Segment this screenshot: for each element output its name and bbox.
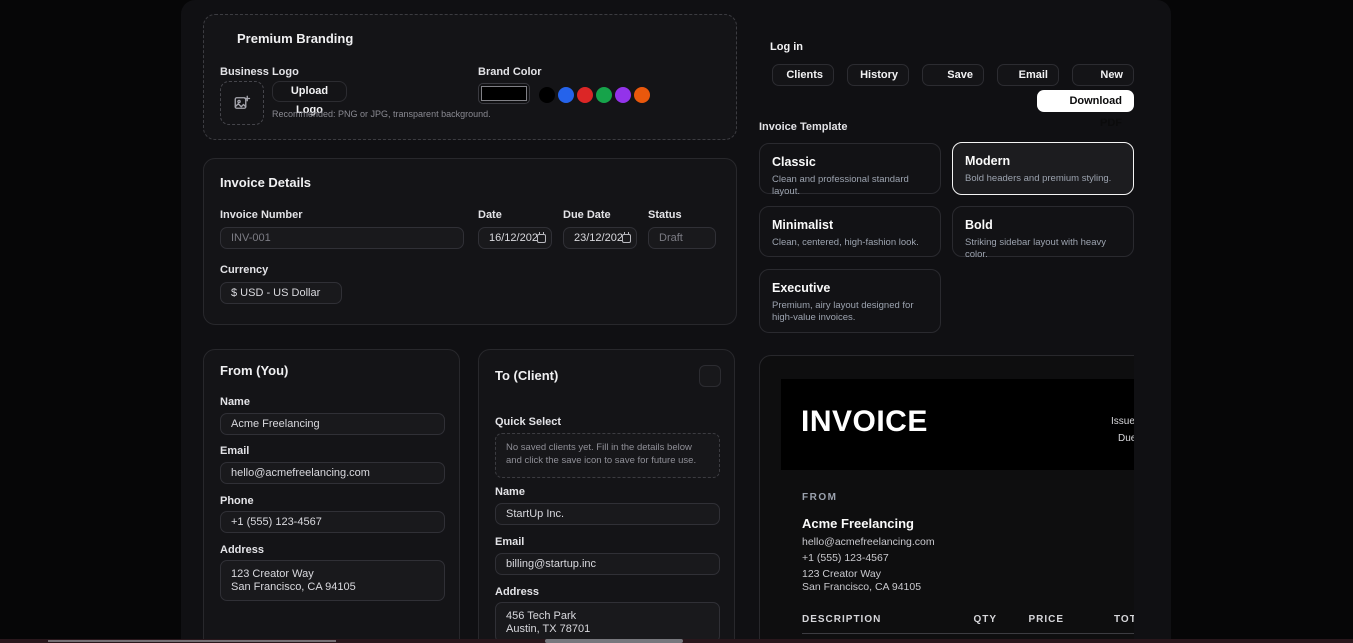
from-card: From (You) Name Acme Freelancing Email h… (203, 349, 460, 643)
invoice-number-label: Invoice Number (220, 209, 303, 221)
login-button[interactable]: Log in (770, 41, 803, 53)
preview-due-label: Due: (1118, 433, 1134, 444)
calendar-icon[interactable] (537, 234, 546, 243)
invoice-app-panel: Premium Branding Business Logo Upload Lo… (181, 0, 1171, 643)
clients-button[interactable]: Clients (772, 64, 834, 86)
image-plus-icon (233, 94, 251, 112)
template-option-bold[interactable]: Bold Striking sidebar layout with heavy … (952, 206, 1134, 257)
history-button[interactable]: History (847, 64, 909, 86)
invoice-preview-card: INVOICE Issued: Due: FROM Acme Freelanci… (759, 355, 1134, 643)
email-button[interactable]: Email (997, 64, 1059, 86)
to-email-input[interactable]: billing@startup.inc (495, 553, 720, 575)
currency-select[interactable]: $ USD - US Dollar (220, 282, 342, 304)
template-option-classic[interactable]: Classic Clean and professional standard … (759, 143, 941, 194)
due-date-input[interactable]: 23/12/202 (563, 227, 637, 249)
template-name: Classic (772, 155, 928, 169)
to-address-textarea[interactable]: 456 Tech Park Austin, TX 78701 (495, 602, 720, 643)
invoice-preview-clip: INVOICE Issued: Due: FROM Acme Freelanci… (759, 355, 1134, 643)
template-name: Bold (965, 218, 1121, 232)
template-desc: Striking sidebar layout with heavy color… (965, 237, 1121, 261)
upload-hint: Recommended: PNG or JPG, transparent bac… (272, 109, 491, 119)
premium-branding-card: Premium Branding Business Logo Upload Lo… (203, 14, 737, 140)
invoice-details-title: Invoice Details (220, 175, 311, 190)
new-button[interactable]: New (1072, 64, 1134, 86)
to-email-label: Email (495, 536, 524, 548)
preview-col-total: TOTAL (1114, 614, 1134, 625)
brand-color-current (481, 86, 527, 101)
due-date-label: Due Date (563, 209, 611, 221)
from-address-textarea[interactable]: 123 Creator Way San Francisco, CA 94105 (220, 560, 445, 601)
currency-label: Currency (220, 264, 268, 276)
from-title: From (You) (220, 363, 288, 378)
status-label: Status (648, 209, 682, 221)
color-swatch-black[interactable] (539, 87, 555, 103)
brand-color-input[interactable] (478, 83, 530, 104)
color-swatch-red[interactable] (577, 87, 593, 103)
preview-from-email: hello@acmefreelancing.com (802, 536, 935, 548)
quick-select-empty-state: No saved clients yet. Fill in the detail… (495, 433, 720, 478)
preview-from-label: FROM (802, 492, 837, 503)
preview-issued-label: Issued: (1111, 416, 1134, 427)
template-option-modern[interactable]: Modern Bold headers and premium styling. (952, 142, 1134, 195)
preview-from-address2: San Francisco, CA 94105 (802, 581, 921, 593)
invoice-template-label: Invoice Template (759, 121, 847, 133)
crown-icon (220, 32, 233, 45)
from-email-input[interactable]: hello@acmefreelancing.com (220, 462, 445, 484)
bottom-bar-fragment (48, 640, 336, 642)
from-email-label: Email (220, 445, 249, 457)
toolbar-button-row: Clients History Save Email New (772, 64, 1134, 86)
preview-from-name: Acme Freelancing (802, 516, 914, 531)
logo-dropzone[interactable] (220, 81, 264, 125)
template-desc: Premium, airy layout designed for high-v… (772, 300, 928, 324)
invoice-details-card: Invoice Details Invoice Number INV-001 D… (203, 158, 737, 325)
brand-color-label: Brand Color (478, 66, 542, 78)
upload-logo-button[interactable]: Upload Logo (272, 81, 347, 102)
to-address-label: Address (495, 586, 539, 598)
due-date-value: 23/12/202 (574, 232, 623, 244)
preview-from-address1: 123 Creator Way (802, 568, 881, 580)
to-name-input[interactable]: StartUp Inc. (495, 503, 720, 525)
preview-table-divider (802, 633, 1134, 634)
preview-col-qty: QTY (947, 614, 997, 625)
invoice-number-input[interactable]: INV-001 (220, 227, 464, 249)
to-card: To (Client) Quick Select No saved client… (478, 349, 735, 643)
from-phone-input[interactable]: +1 (555) 123-4567 (220, 511, 445, 533)
from-name-input[interactable]: Acme Freelancing (220, 413, 445, 435)
template-option-minimalist[interactable]: Minimalist Clean, centered, high-fashion… (759, 206, 941, 257)
to-name-label: Name (495, 486, 525, 498)
calendar-icon[interactable] (622, 234, 631, 243)
from-address-label: Address (220, 544, 264, 556)
template-name: Executive (772, 281, 928, 295)
date-input[interactable]: 16/12/202 (478, 227, 552, 249)
color-swatch-blue[interactable] (558, 87, 574, 103)
template-name: Modern (965, 154, 1121, 168)
status-input: Draft (648, 227, 716, 249)
date-value: 16/12/202 (489, 232, 538, 244)
date-label: Date (478, 209, 502, 221)
save-client-button[interactable] (699, 365, 721, 387)
save-button[interactable]: Save (922, 64, 984, 86)
preview-col-price: PRICE (1004, 614, 1064, 625)
preview-from-phone: +1 (555) 123-4567 (802, 552, 889, 564)
from-phone-label: Phone (220, 495, 254, 507)
preview-invoice-title: INVOICE (801, 405, 928, 439)
template-desc: Bold headers and premium styling. (965, 173, 1121, 185)
download-pdf-button[interactable]: Download PDF (1037, 90, 1134, 112)
template-desc: Clean and professional standard layout. (772, 174, 928, 198)
color-swatch-orange[interactable] (634, 87, 650, 103)
to-title: To (Client) (495, 368, 558, 383)
template-name: Minimalist (772, 218, 928, 232)
template-option-executive[interactable]: Executive Premium, airy layout designed … (759, 269, 941, 333)
quick-select-label: Quick Select (495, 416, 561, 428)
preview-header-band: INVOICE Issued: Due: (781, 379, 1134, 470)
bottom-strip (0, 639, 1353, 643)
color-swatch-purple[interactable] (615, 87, 631, 103)
template-desc: Clean, centered, high-fashion look. (772, 237, 928, 249)
premium-branding-title: Premium Branding (237, 31, 353, 46)
from-name-label: Name (220, 396, 250, 408)
color-swatch-green[interactable] (596, 87, 612, 103)
horizontal-scrollbar-thumb[interactable] (545, 639, 683, 643)
business-logo-label: Business Logo (220, 66, 299, 78)
preview-col-description: DESCRIPTION (802, 614, 881, 625)
